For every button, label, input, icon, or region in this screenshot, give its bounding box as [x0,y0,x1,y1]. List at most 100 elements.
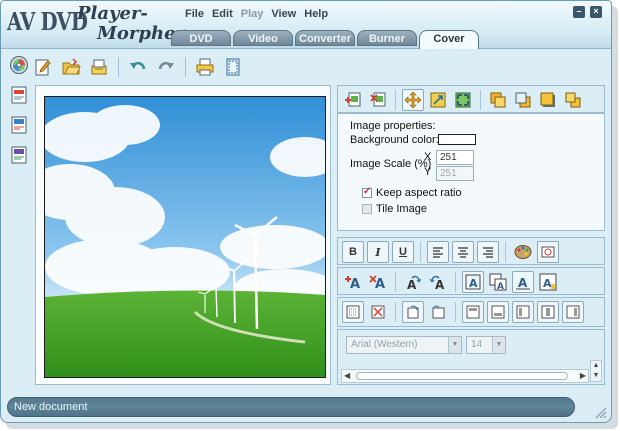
scale-x-label: X [424,151,432,163]
font-family-value: Arial (Western) [351,339,418,350]
send-backward-icon[interactable] [562,89,584,111]
close-button[interactable]: × [590,6,602,18]
arrange-toolbar [337,85,605,113]
tile-image-checkbox[interactable] [362,204,372,214]
text-frame-icon[interactable]: A [462,271,484,293]
add-image-icon[interactable] [342,89,364,111]
layout-toolbar [337,297,605,327]
scroll-right-icon[interactable]: ▶ [580,371,586,380]
bring-forward-icon[interactable] [537,89,559,111]
cd-cover-icon[interactable] [7,113,31,137]
svg-text:A: A [469,277,478,290]
horizontal-scrollbar[interactable]: ◀ ▶ [341,369,589,383]
tab-burner[interactable]: Burner [357,30,417,46]
font-family-select[interactable]: Arial (Western) ▼ [346,336,462,354]
scale-y-input[interactable]: 251 [436,166,474,181]
resize-grip-icon[interactable] [593,405,607,419]
rotate-text-cw-icon[interactable]: A [402,271,424,293]
scroll-left-icon[interactable]: ◀ [344,371,350,380]
image-properties-panel: Image properties: Background color: Imag… [337,113,605,231]
rotate-text-ccw-icon[interactable]: A [427,271,449,293]
app-logo-main: AV DVD [7,7,88,36]
scroll-thumb[interactable] [356,372,568,380]
tab-cover[interactable]: Cover [419,30,479,49]
separator [455,272,456,292]
scale-x-input[interactable]: 251 [436,150,474,165]
rotate-page-right-icon[interactable] [402,301,424,323]
menu-edit[interactable]: Edit [212,8,233,20]
grid-layout-icon[interactable] [342,301,364,323]
font-size-select[interactable]: 14 ▼ [466,336,506,354]
separator [395,302,396,322]
tab-dvd[interactable]: DVD [171,30,231,46]
align-center-icon[interactable] [452,241,474,263]
delete-text-icon[interactable]: A [367,271,389,293]
separator [505,242,506,262]
bring-front-icon[interactable] [487,89,509,111]
app-window: AV DVD Player- Morpher File Edit Play Vi… [0,0,612,423]
spin-up-icon[interactable]: ▲ [591,361,601,371]
top-frame-icon[interactable] [462,301,484,323]
text-outline-icon[interactable]: A [512,271,534,293]
italic-icon[interactable]: I [367,241,389,263]
dvd-cover-icon[interactable] [7,83,31,107]
tile-image-label: Tile Image [376,203,427,215]
right-frame-icon[interactable] [562,301,584,323]
bottom-frame-icon[interactable] [487,301,509,323]
remove-image-icon[interactable] [367,89,389,111]
tab-converter[interactable]: Converter [295,30,355,46]
align-right-icon[interactable] [477,241,499,263]
fit-icon[interactable] [452,89,474,111]
page-frame-icon[interactable] [221,55,245,79]
cover-image[interactable] [44,96,326,378]
separator [480,90,481,110]
save-icon[interactable] [87,55,111,79]
dvd-label-icon[interactable] [7,143,31,167]
delete-layout-icon[interactable] [367,301,389,323]
background-color-swatch[interactable] [438,134,476,145]
new-cover-icon[interactable] [31,55,55,79]
tab-strip: DVD Video Converter Burner Cover [171,30,479,49]
send-back-icon[interactable] [512,89,534,111]
align-left-icon[interactable] [427,241,449,263]
menu-help[interactable]: Help [304,8,328,20]
menu-view[interactable]: View [271,8,296,20]
spin-down-icon[interactable]: ▼ [591,371,601,381]
resize-icon[interactable] [427,89,449,111]
tab-video[interactable]: Video [233,30,293,46]
vertical-spin[interactable]: ▲ ▼ [590,360,602,382]
title-bar: AV DVD Player- Morpher File Edit Play Vi… [1,1,611,49]
text-format-toolbar: B I U [337,237,605,265]
add-text-icon[interactable]: A [342,271,364,293]
scale-y-label: Y [424,166,432,178]
image-scale-label: Image Scale (%) [350,158,432,170]
separator [455,302,456,322]
text-highlight-icon[interactable]: A [537,271,559,293]
text-shadow-icon[interactable]: A [487,271,509,293]
rotate-page-left-icon[interactable] [427,301,449,323]
disc-icon[interactable] [7,53,31,77]
move-icon[interactable] [402,89,424,111]
left-frame-icon[interactable] [512,301,534,323]
cover-canvas-panel [35,85,331,385]
cover-type-bar [7,53,31,167]
chevron-down-icon: ▼ [448,337,461,353]
undo-icon[interactable] [126,55,150,79]
separator [395,90,396,110]
svg-text:A: A [375,277,385,291]
image-properties-heading: Image properties: [350,120,436,132]
menu-file[interactable]: File [185,8,204,20]
palette-icon[interactable] [512,241,534,263]
keep-aspect-checkbox[interactable] [362,186,372,198]
menu-bar: File Edit Play View Help [185,8,328,20]
underline-icon[interactable]: U [392,241,414,263]
bold-icon[interactable]: B [342,241,364,263]
menu-play[interactable]: Play [241,8,264,20]
redo-icon[interactable] [154,55,178,79]
text-effect-icon[interactable] [537,241,559,263]
svg-text:A: A [407,278,417,291]
open-folder-icon[interactable] [59,55,83,79]
print-icon[interactable] [193,55,217,79]
center-frame-icon[interactable] [537,301,559,323]
minimize-button[interactable]: – [573,6,585,18]
